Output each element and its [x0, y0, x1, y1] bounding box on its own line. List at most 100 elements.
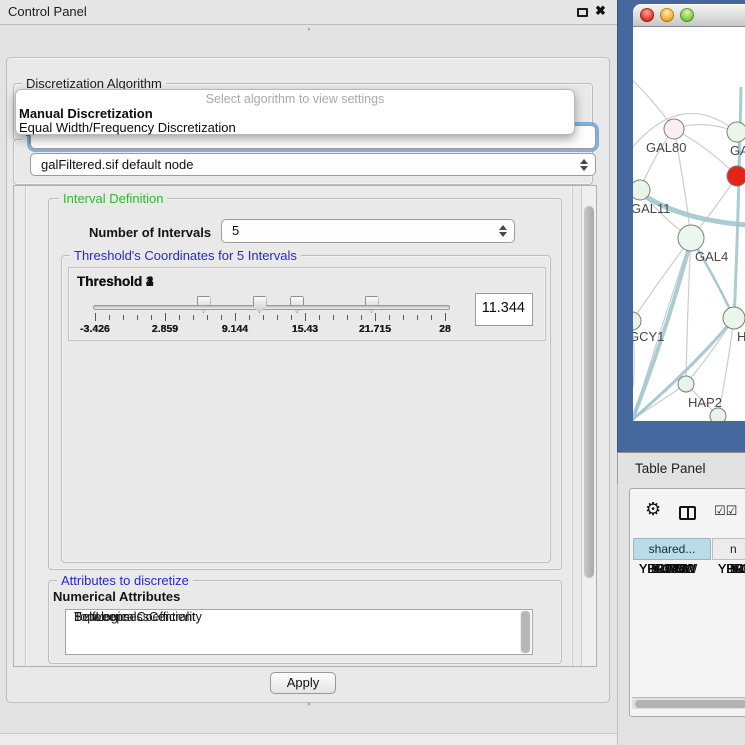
- table-panel-area: ⚙ ☑☑ shared... n YDL19...YDL1YDR27...YDR…: [617, 484, 745, 745]
- table-data-combobox[interactable]: galFiltered.sif default node: [30, 153, 596, 176]
- slider-tick: [207, 315, 208, 320]
- table-panel: ⚙ ☑☑ shared... n YDL19...YDL1YDR27...YDR…: [629, 488, 745, 717]
- top-tabs: NetworkStyleSelectCyni ToolboxjActiveMNo…: [308, 28, 310, 30]
- gear-icon[interactable]: ⚙: [645, 501, 661, 519]
- pane-scrollbar-thumb[interactable]: [584, 206, 594, 578]
- numerical-attributes-list: SelfLoopsTopologicalCoefficientBetweenne…: [65, 609, 533, 655]
- table-rows: YDL19...YDL1YDR27...YDR2YBR043CYBR0YPR14…: [632, 562, 745, 697]
- status-strip: [0, 733, 617, 745]
- slider-tick: [151, 315, 152, 320]
- control-panel-title: Control Panel: [8, 4, 87, 19]
- minimize-traffic-light[interactable]: [660, 8, 674, 22]
- close-traffic-light[interactable]: [640, 8, 654, 22]
- slider-scale-label: 15.43: [283, 323, 327, 335]
- numerical-attributes-label: Numerical Attributes: [53, 589, 180, 604]
- network-canvas[interactable]: GAL80GAGAL11GAL4GCY1HHAP2: [633, 27, 745, 421]
- slider-tick: [109, 315, 110, 320]
- slider-tick: [403, 315, 404, 320]
- pane-scrollbar[interactable]: [581, 186, 596, 666]
- slider-tick: [375, 313, 376, 321]
- table-hscrollbar-thumb[interactable]: [635, 700, 745, 708]
- number-of-intervals-label: Number of Intervals: [89, 225, 211, 240]
- network-edge: [633, 238, 691, 321]
- list-scrollbar[interactable]: [520, 611, 531, 653]
- network-view-window: GAL80GAGAL11GAL4GCY1HHAP2: [633, 4, 745, 421]
- slider-track[interactable]: [93, 305, 450, 310]
- tab-discretize-data[interactable]: Discretize Data: [309, 704, 310, 705]
- threshold-row-threshold-4: Threshold 4-3.4262.8599.14415.4321.71528…: [68, 267, 546, 341]
- table-header: shared... n: [632, 538, 745, 560]
- popup-item-manual-discretization[interactable]: Manual Discretization: [19, 106, 569, 121]
- spinner-arrows-icon: [580, 159, 588, 171]
- screen: Control Panel ✖ NetworkStyleSelectCyni T…: [0, 0, 745, 745]
- table-panel-title: Table Panel: [635, 461, 706, 476]
- network-node[interactable]: [727, 166, 745, 186]
- list-scrollbar-thumb[interactable]: [521, 611, 530, 653]
- algorithm-dropdown-popup: Select algorithm to view settings Manual…: [15, 89, 575, 135]
- close-icon[interactable]: ✖: [595, 3, 606, 19]
- tab-jactivemnodules[interactable]: jActiveMNodules: [309, 29, 310, 30]
- slider-tick: [319, 315, 320, 320]
- slider-tick: [389, 315, 390, 320]
- zoom-traffic-light[interactable]: [680, 8, 694, 22]
- slider-scale-label: -3.426: [73, 323, 117, 335]
- network-node-hap2[interactable]: [678, 376, 694, 392]
- slider-tick: [263, 315, 264, 320]
- tab-impute-data[interactable]: Impute Data: [309, 704, 310, 705]
- spinner-arrows-icon: [499, 225, 507, 237]
- slider-tick: [333, 315, 334, 320]
- threshold-value-field[interactable]: 11.344: [475, 293, 533, 326]
- interval-definition-group: Interval Definition Number of Intervals …: [48, 198, 562, 570]
- checkboxes-icon[interactable]: ☑☑: [714, 504, 737, 519]
- tab-select[interactable]: Select: [309, 29, 310, 30]
- node-label-gcy1: GCY1: [633, 329, 664, 344]
- table-panel-titlebar: Table Panel: [617, 452, 745, 484]
- network-node-gcy1[interactable]: [633, 312, 641, 330]
- interval-definition-title: Interval Definition: [59, 191, 167, 206]
- float-window-icon[interactable]: [577, 8, 588, 17]
- table-header-shared[interactable]: shared...: [633, 538, 711, 560]
- control-panel-titlebar: Control Panel ✖: [0, 0, 617, 25]
- table-data-combobox-value: galFiltered.sif default node: [41, 154, 193, 176]
- slider-tick: [417, 315, 418, 320]
- node-label-gal4: GAL4: [695, 249, 728, 264]
- thresholds-group: Threshold's Coordinates for 5 Intervals …: [61, 255, 551, 563]
- slider-scale-label: 28: [423, 323, 467, 335]
- apply-button[interactable]: Apply: [270, 672, 336, 694]
- network-node-gal11[interactable]: [633, 180, 650, 200]
- popup-hint: Select algorithm to view settings: [16, 92, 574, 106]
- slider-scale-label: 9.144: [213, 323, 257, 335]
- tab-network[interactable]: Network: [309, 29, 310, 30]
- slider-scale-label: 2.859: [143, 323, 187, 335]
- attributes-group-title: Attributes to discretize: [57, 573, 193, 588]
- popup-item-equal-width-frequency[interactable]: Equal Width/Frequency Discretization: [19, 120, 569, 135]
- slider-tick: [249, 315, 250, 320]
- node-label-hap2: HAP2: [688, 395, 722, 410]
- tab-infer-network[interactable]: Infer Network: [309, 704, 310, 705]
- slider-tick: [361, 315, 362, 320]
- columns-icon[interactable]: [679, 506, 696, 520]
- attribute-item-betweennesscentrality[interactable]: BetweennessCentrality: [66, 610, 202, 625]
- tab-style[interactable]: Style: [309, 29, 310, 30]
- node-label-h: H: [737, 329, 745, 344]
- node-label-gal11: GAL11: [633, 201, 671, 216]
- number-of-intervals-value: 5: [232, 220, 239, 242]
- number-of-intervals-combobox[interactable]: 5: [221, 219, 515, 243]
- slider-thumb[interactable]: [253, 296, 267, 313]
- table-hscrollbar[interactable]: [632, 697, 745, 709]
- slider-tick: [193, 315, 194, 320]
- cyni-toolbox-panel: Discretization Algorithm Table Data galF…: [6, 57, 610, 703]
- table-header-name[interactable]: n: [712, 538, 745, 560]
- slider-tick: [445, 313, 446, 321]
- slider-tick: [95, 313, 96, 321]
- tab-cyni-toolbox[interactable]: Cyni Toolbox: [309, 29, 310, 30]
- settings-scrollpane: Interval Definition Number of Intervals …: [13, 185, 597, 667]
- network-window-titlebar[interactable]: [633, 4, 745, 27]
- slider-tick: [179, 315, 180, 320]
- slider-tick: [277, 315, 278, 320]
- network-node-gal80[interactable]: [664, 119, 684, 139]
- slider-tick: [305, 313, 306, 321]
- network-node-ga[interactable]: [727, 122, 745, 142]
- network-node-h[interactable]: [723, 307, 745, 329]
- network-node-gal4[interactable]: [678, 225, 704, 251]
